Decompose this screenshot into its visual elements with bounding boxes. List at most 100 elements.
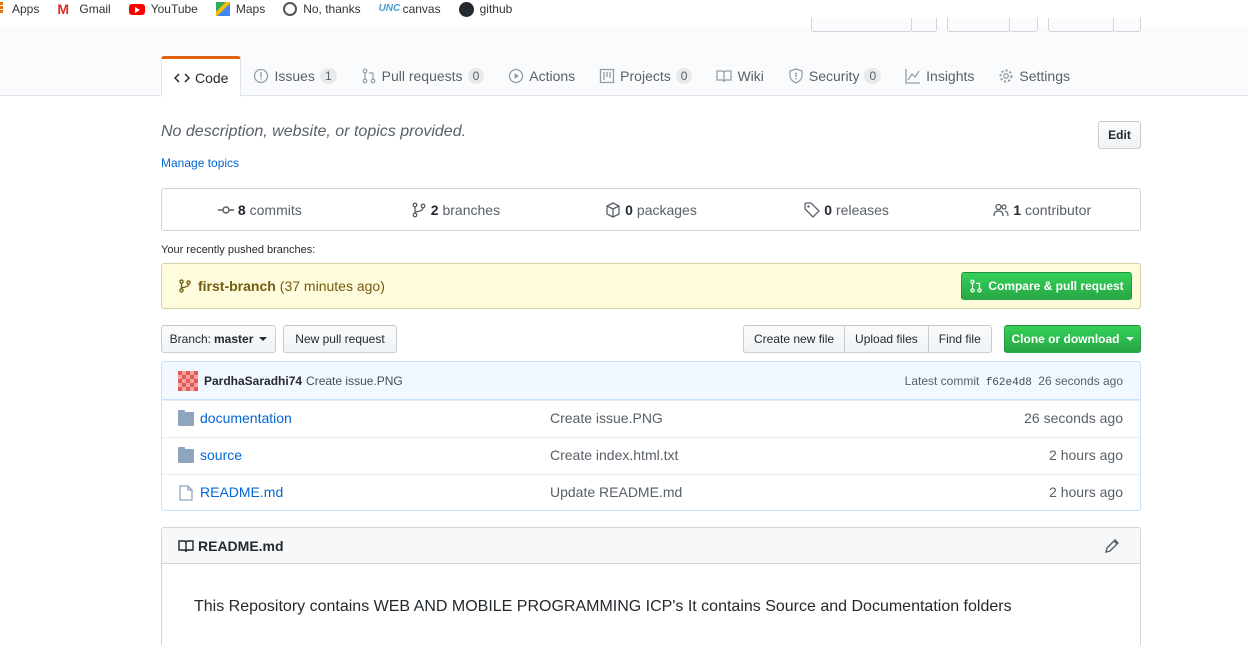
projects-counter: 0 [675,68,693,84]
find-file-button[interactable]: Find file [927,325,992,353]
recent-branches-label: Your recently pushed branches: [161,244,316,256]
file-name[interactable]: README.md [200,484,283,500]
contributors-link[interactable]: 1 contributor [944,202,1140,218]
tab-insights[interactable]: Insights [893,56,986,96]
branch-prefix: Branch: [169,332,211,346]
file-name[interactable]: documentation [200,410,292,426]
gear-icon [998,68,1014,84]
fork-count[interactable] [1113,18,1141,32]
branch-icon [179,279,191,293]
releases-link[interactable]: 0 releases [749,202,945,218]
file-actions-group: Create new file Upload files Find file [743,325,992,353]
commit-message[interactable]: Create issue.PNG [306,374,403,388]
edit-button[interactable]: Edit [1098,121,1141,149]
code-icon [174,70,190,86]
commit-age: 26 seconds ago [1038,374,1123,388]
bookmark-apps[interactable]: Apps [0,1,39,17]
readme-panel: README.md This Repository contains WEB A… [161,527,1141,645]
branches-count: 2 [430,201,439,218]
star-button[interactable] [947,18,1010,32]
tab-actions[interactable]: Actions [496,56,587,96]
readme-title: README.md [198,537,284,554]
tab-label: Security [808,68,860,84]
tab-security[interactable]: Security 0 [776,56,893,96]
compare-pull-request-button[interactable]: Compare & pull request [961,272,1132,300]
tab-pull-requests[interactable]: Pull requests 0 [349,56,497,96]
tab-wiki[interactable]: Wiki [704,56,775,96]
bookmark-canvas[interactable]: UNC canvas [379,1,441,17]
readme-content: This Repository contains WEB AND MOBILE … [194,598,1012,615]
watch-count[interactable] [911,18,937,32]
watch-button[interactable] [811,18,912,32]
commit-sha[interactable]: f62e4d8 [986,377,1032,389]
gmail-icon: M [57,1,70,17]
bookmark-maps[interactable]: Maps [215,1,265,17]
file-commit-message[interactable]: Create issue.PNG [550,410,663,426]
book-icon [716,68,733,84]
file-commit-message[interactable]: Create index.html.txt [550,447,678,463]
manage-topics-link[interactable]: Manage topics [161,156,239,170]
table-row: README.md Update README.md 2 hours ago [162,474,1140,510]
tab-label: Pull requests [381,68,463,84]
file-name[interactable]: source [200,447,242,463]
tag-icon [804,201,821,218]
commit-icon [217,205,234,214]
packages-link[interactable]: 0 packages [553,202,749,218]
bookmark-label: Gmail [79,2,111,16]
packages-label: packages [636,201,697,218]
issues-counter: 1 [319,68,337,84]
fork-button[interactable] [1048,18,1114,32]
tab-code[interactable]: Code [161,56,242,97]
clone-or-download-button[interactable]: Clone or download [1004,325,1141,353]
contributors-count: 1 [1013,201,1021,218]
tab-label: Code [195,69,229,86]
bookmark-label: No, thanks [303,2,361,16]
star-count[interactable] [1009,18,1038,32]
bookmark-no-thanks[interactable]: No, thanks [283,1,361,17]
tab-label: Wiki [737,68,764,84]
releases-count: 0 [824,201,833,218]
file-table: PardhaSaradhi74 Create issue.PNG Latest … [161,361,1141,511]
bookmark-label: YouTube [150,2,198,16]
upload-files-button[interactable]: Upload files [844,325,929,353]
new-pull-request-button[interactable]: New pull request [283,325,397,353]
file-icon [179,485,193,501]
clone-label: Clone or download [1011,332,1120,346]
unc-icon: UNC [378,3,401,14]
bookmark-label: Apps [12,2,40,16]
tab-label: Insights [926,68,975,84]
table-row: source Create index.html.txt 2 hours ago [162,437,1140,474]
repo-description: No description, website, or topics provi… [161,123,467,140]
bookmark-github[interactable]: github [458,1,512,17]
pull-request-icon [361,68,377,84]
file-age: 2 hours ago [1049,484,1123,500]
avatar[interactable] [178,370,198,391]
pencil-icon[interactable] [1104,538,1120,554]
branch-select-button[interactable]: Branch: master [161,325,276,353]
file-commit-message[interactable]: Update README.md [550,484,682,500]
recent-branch-name[interactable]: first-branch [198,278,276,294]
numbers-summary: 8 commits 2 branches 0 packages 0 releas… [161,188,1141,231]
bookmark-label: canvas [402,2,441,16]
bookmark-youtube[interactable]: YouTube [128,1,198,17]
dropdown-caret-icon [1125,337,1134,341]
tab-issues[interactable]: Issues 1 [241,56,348,96]
tab-projects[interactable]: Projects 0 [587,56,704,96]
table-row: documentation Create issue.PNG 26 second… [162,400,1140,437]
tab-settings[interactable]: Settings [986,56,1082,96]
branch-name: master [214,332,254,346]
branches-link[interactable]: 2 branches [358,202,554,218]
tab-label: Issues [274,68,315,84]
package-icon [606,201,620,218]
repo-nav-tabs: Code Issues 1 Pull requests 0 Actions Pr… [161,56,1082,97]
tab-label: Actions [529,68,576,84]
bookmark-gmail[interactable]: M Gmail [57,1,110,17]
file-age: 26 seconds ago [1024,410,1123,426]
create-new-file-button[interactable]: Create new file [743,325,846,353]
commits-link[interactable]: 8 commits [162,202,358,218]
youtube-icon [128,3,145,15]
commits-count: 8 [237,201,246,218]
recent-branch-age: (37 minutes ago) [279,278,385,294]
packages-count: 0 [625,201,633,218]
commit-author[interactable]: PardhaSaradhi74 [204,374,302,388]
